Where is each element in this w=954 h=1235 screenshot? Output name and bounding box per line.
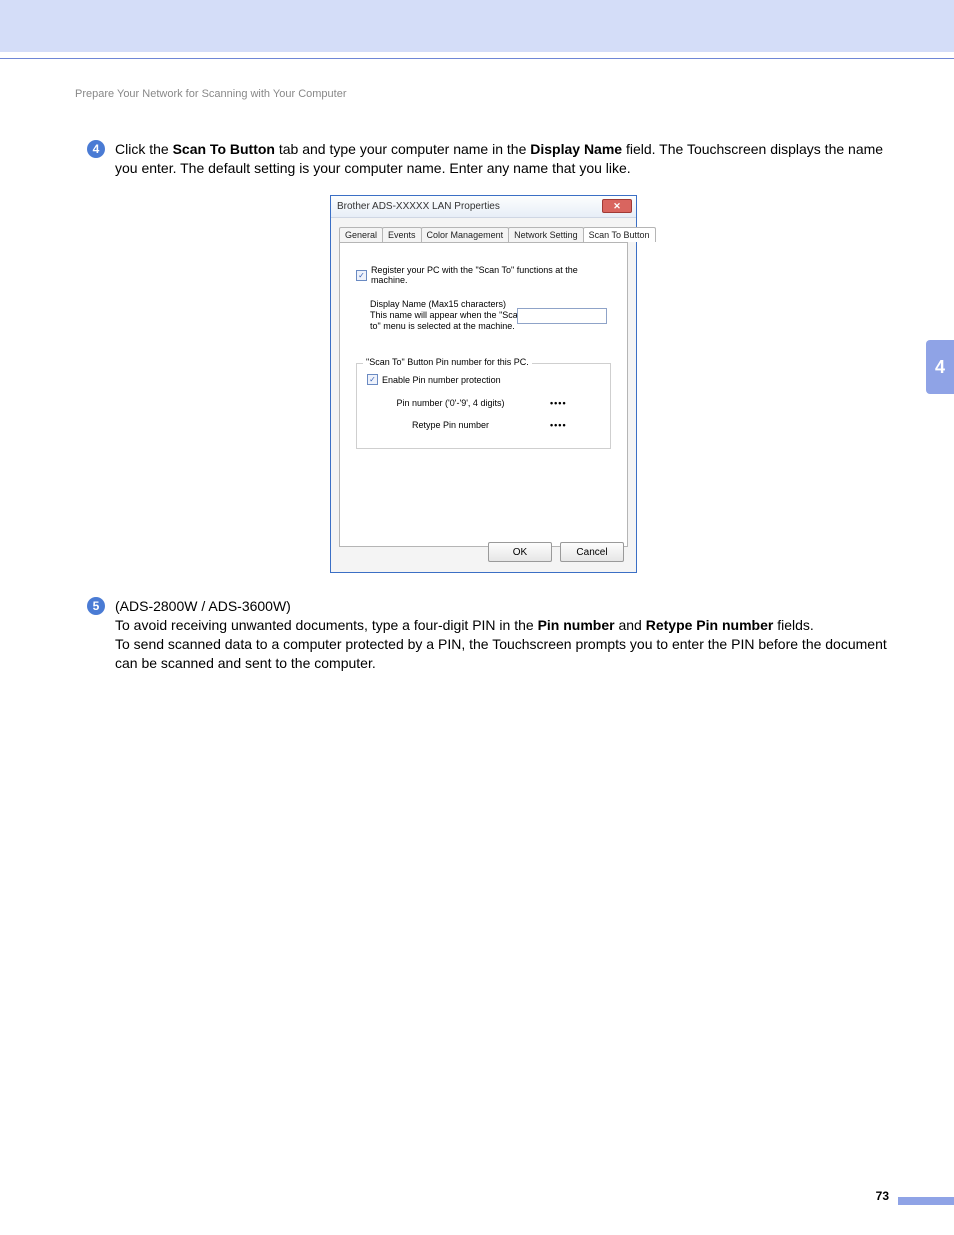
check-icon: ✓: [358, 271, 365, 280]
step-4-text: Click the Scan To Button tab and type yo…: [115, 140, 889, 178]
tab-color-management[interactable]: Color Management: [421, 227, 510, 242]
pin-fieldset-legend: "Scan To" Button Pin number for this PC.: [363, 357, 532, 367]
enable-pin-checkbox[interactable]: ✓: [367, 374, 378, 385]
step-4-bullet: 4: [87, 140, 105, 158]
step4-t2: tab and type your computer name in the: [275, 141, 530, 157]
enable-pin-label: Enable Pin number protection: [382, 375, 501, 385]
register-checkbox[interactable]: ✓: [356, 270, 367, 281]
step4-t1: Click the: [115, 141, 173, 157]
cancel-button[interactable]: Cancel: [560, 542, 624, 562]
page-number: 73: [876, 1189, 889, 1203]
register-row: ✓ Register your PC with the "Scan To" fu…: [356, 265, 615, 285]
tab-network-setting[interactable]: Network Setting: [508, 227, 584, 242]
properties-dialog: Brother ADS-XXXXX LAN Properties ✕ Gener…: [330, 195, 637, 573]
retype-pin-value: ••••: [550, 420, 600, 430]
step5-l2d: fields.: [773, 617, 813, 633]
display-name-label: Display Name (Max15 characters) This nam…: [370, 299, 530, 331]
page-accent: [898, 1197, 954, 1205]
page-top-rule: [0, 58, 954, 59]
dialog-title: Brother ADS-XXXXX LAN Properties: [337, 201, 500, 212]
section-header: Prepare Your Network for Scanning with Y…: [75, 88, 347, 100]
step5-l2a: To avoid receiving unwanted documents, t…: [115, 617, 538, 633]
step4-b1: Scan To Button: [173, 141, 275, 157]
dialog-panel: ✓ Register your PC with the "Scan To" fu…: [339, 242, 628, 547]
dialog-titlebar: Brother ADS-XXXXX LAN Properties ✕: [331, 196, 636, 218]
close-icon: ✕: [613, 201, 621, 212]
step-5-bullet: 5: [87, 597, 105, 615]
dialog-button-row: OK Cancel: [488, 542, 624, 562]
check-icon: ✓: [369, 375, 376, 384]
pin-fieldset: "Scan To" Button Pin number for this PC.…: [356, 363, 611, 449]
step4-b2: Display Name: [530, 141, 622, 157]
pin-number-value: ••••: [550, 398, 600, 408]
tab-general[interactable]: General: [339, 227, 383, 242]
tab-events[interactable]: Events: [382, 227, 422, 242]
display-name-block: Display Name (Max15 characters) This nam…: [370, 299, 615, 331]
tab-scan-to-button[interactable]: Scan To Button: [583, 227, 656, 242]
enable-pin-row: ✓ Enable Pin number protection: [367, 374, 501, 385]
retype-pin-row: Retype Pin number ••••: [367, 420, 600, 430]
chapter-side-tab: 4: [926, 340, 954, 394]
pin-number-label: Pin number ('0'-'9', 4 digits): [367, 398, 534, 408]
step5-line3: To send scanned data to a computer prote…: [115, 636, 887, 671]
display-name-input[interactable]: [517, 308, 607, 324]
step5-line1: (ADS-2800W / ADS-3600W): [115, 598, 291, 614]
ok-button[interactable]: OK: [488, 542, 552, 562]
register-label: Register your PC with the "Scan To" func…: [371, 265, 615, 285]
page-top-band: [0, 0, 954, 52]
close-button[interactable]: ✕: [602, 199, 632, 213]
step5-l2b2: Retype Pin number: [646, 617, 774, 633]
retype-pin-label: Retype Pin number: [367, 420, 534, 430]
dialog-tabs: General Events Color Management Network …: [331, 218, 636, 242]
pin-number-row: Pin number ('0'-'9', 4 digits) ••••: [367, 398, 600, 408]
step-5-text: (ADS-2800W / ADS-3600W) To avoid receivi…: [115, 597, 889, 673]
step5-l2c: and: [615, 617, 646, 633]
step5-l2b1: Pin number: [538, 617, 615, 633]
